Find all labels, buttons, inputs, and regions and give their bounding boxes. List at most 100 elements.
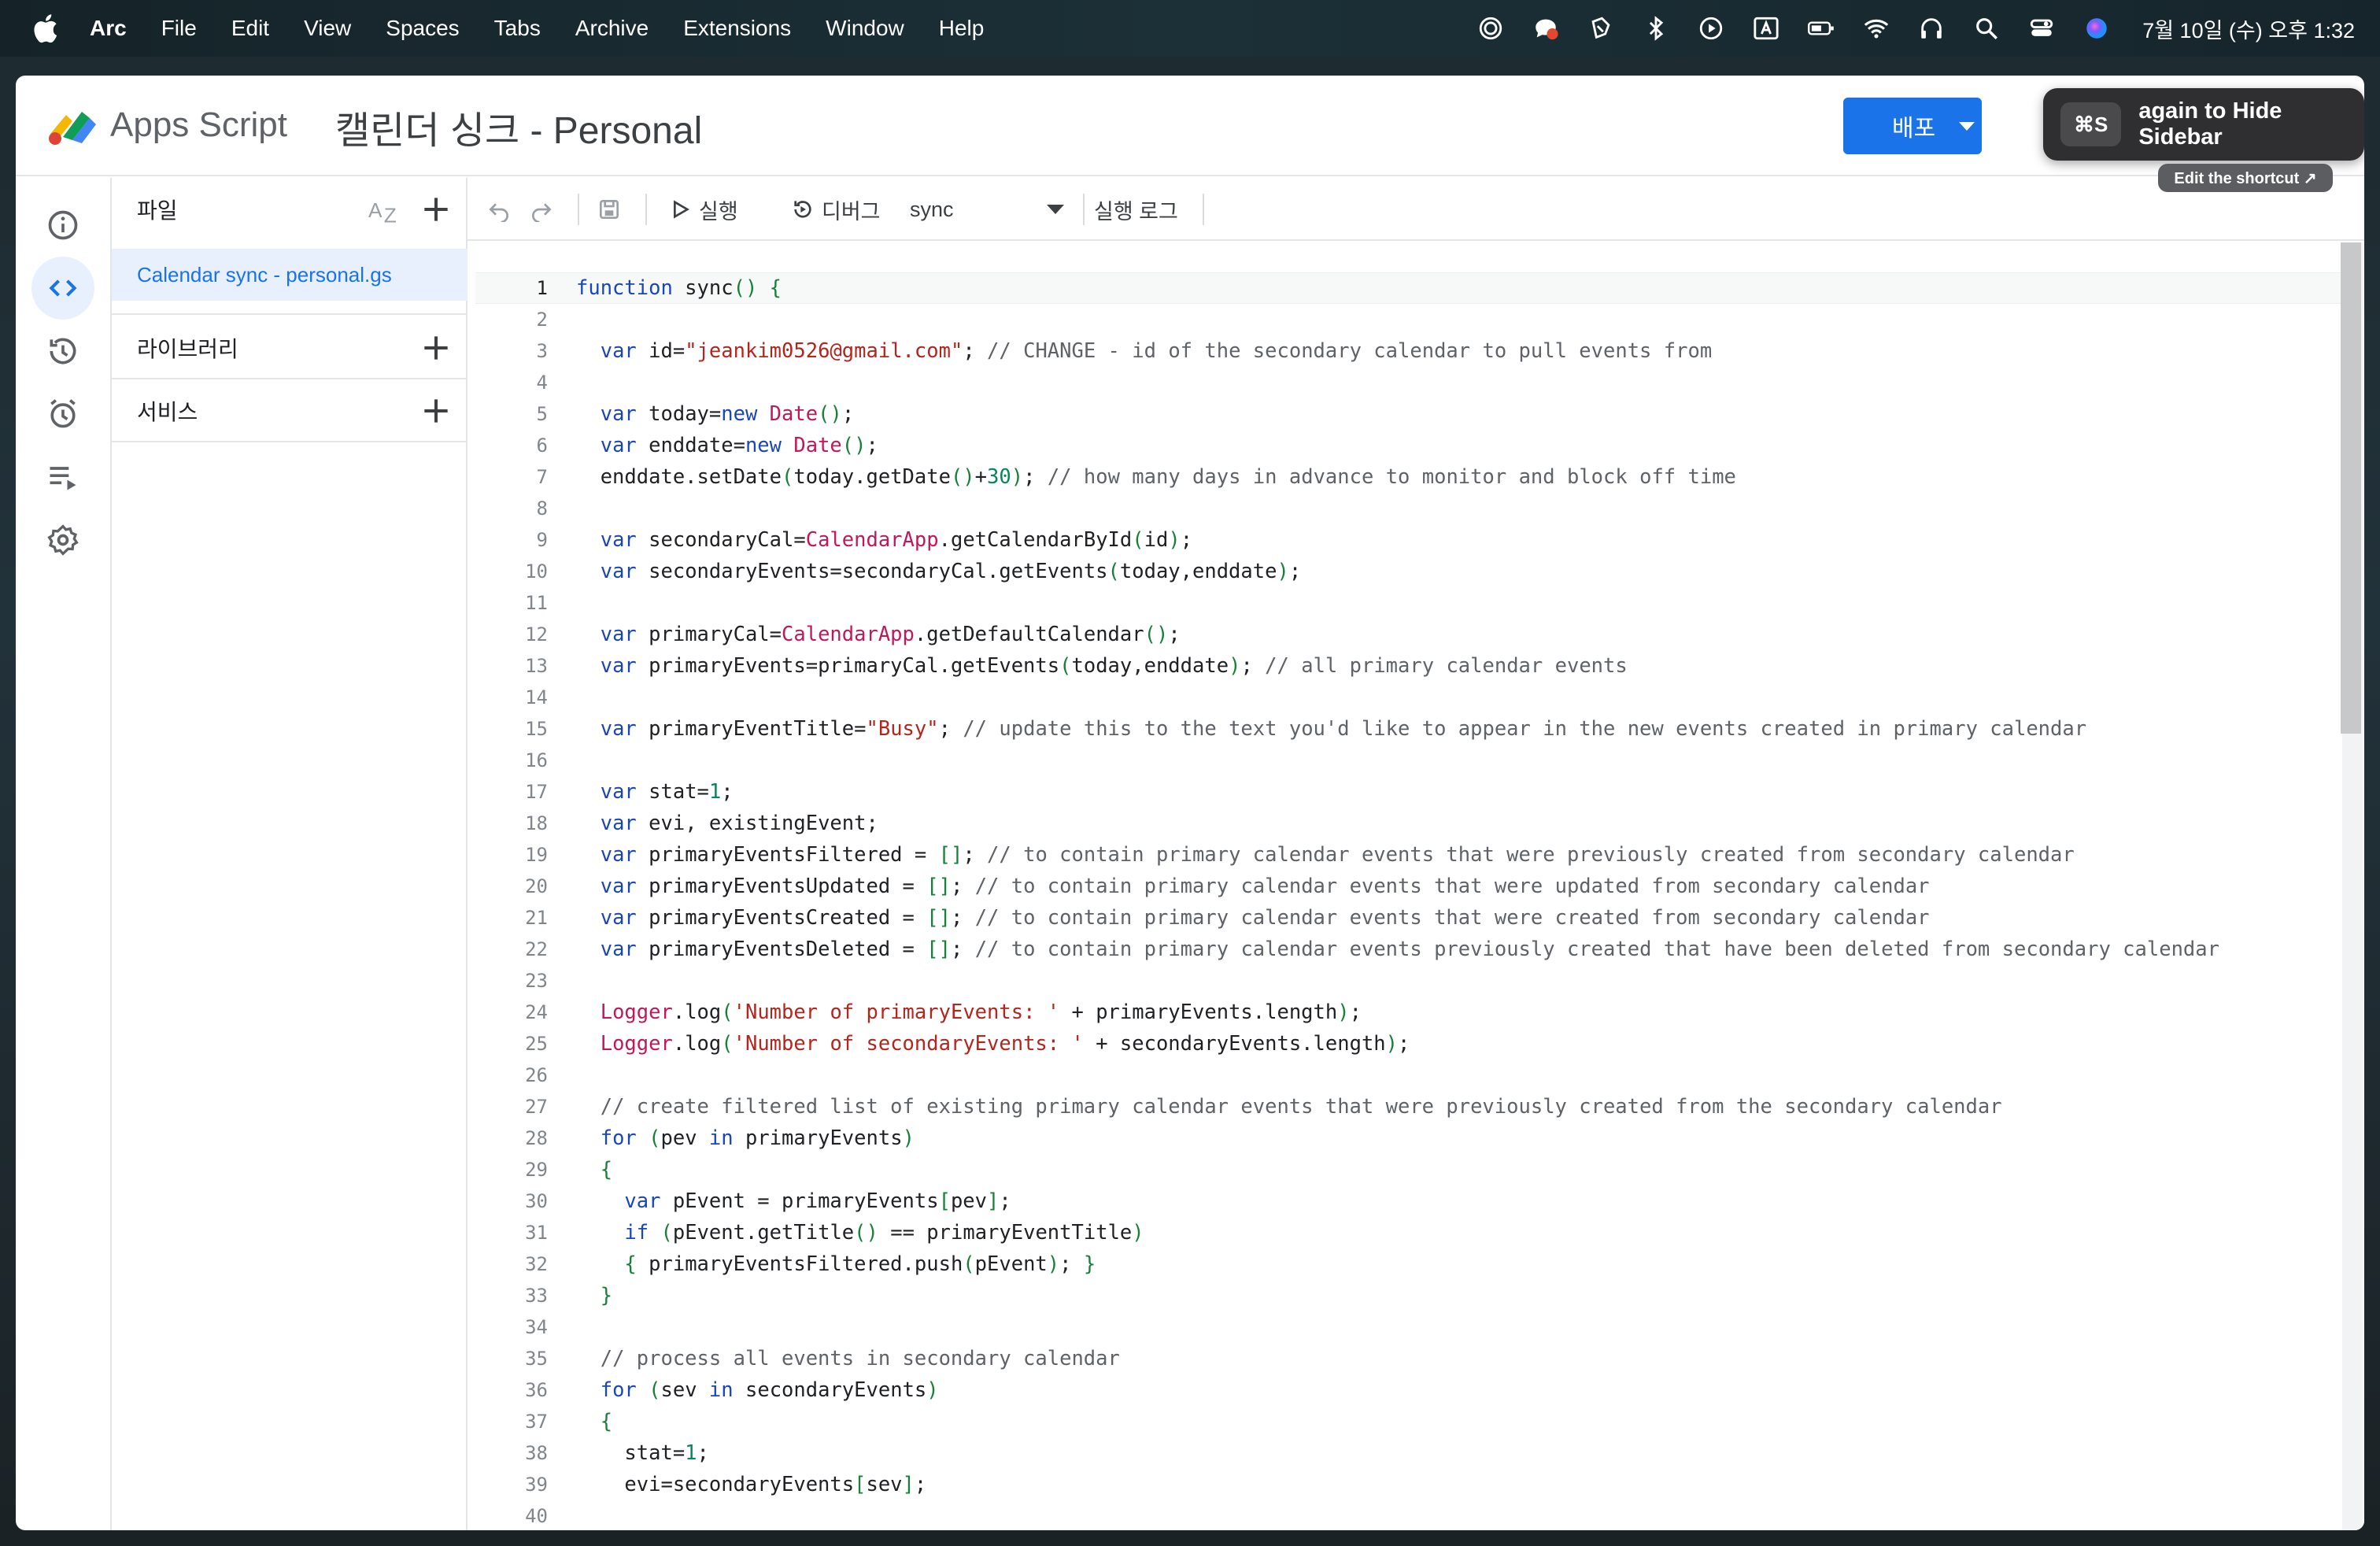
redo-icon[interactable] bbox=[529, 178, 554, 241]
code-line[interactable]: 18 var evi, existingEvent; bbox=[475, 808, 2349, 839]
code-line[interactable]: 24 Logger.log('Number of primaryEvents: … bbox=[475, 997, 2349, 1028]
code-line[interactable]: 3 var id="jeankim0526@gmail.com"; // CHA… bbox=[475, 335, 2349, 367]
code-line[interactable]: 40 bbox=[475, 1500, 2349, 1530]
code-line[interactable]: 28 for (pev in primaryEvents) bbox=[475, 1123, 2349, 1154]
debug-button[interactable]: 디버그 bbox=[790, 178, 881, 241]
code-token: ; bbox=[963, 339, 988, 363]
code-line[interactable]: 22 var primaryEventsDeleted = []; // to … bbox=[475, 934, 2349, 965]
input-source-icon[interactable] bbox=[1752, 14, 1780, 43]
line-number: 39 bbox=[525, 1474, 548, 1496]
code-line[interactable]: 33 } bbox=[475, 1280, 2349, 1311]
code-token: () bbox=[854, 1221, 878, 1245]
overview-info-icon[interactable] bbox=[31, 194, 94, 257]
project-settings-gear-icon[interactable] bbox=[31, 509, 94, 571]
menu-window[interactable]: Window bbox=[826, 16, 904, 41]
project-title[interactable]: 캘린더 싱크 - Personal bbox=[335, 99, 702, 154]
chat-notification-icon[interactable] bbox=[1532, 14, 1560, 43]
code-line[interactable]: 12 var primaryCal=CalendarApp.getDefault… bbox=[475, 619, 2349, 650]
shortcut-key-badge: ⌘S bbox=[2060, 102, 2122, 146]
execution-log-button[interactable]: 실행 로그 bbox=[1094, 178, 1178, 241]
code-line[interactable]: 4 bbox=[475, 367, 2349, 398]
headphones-icon[interactable] bbox=[1917, 14, 1946, 43]
project-history-icon[interactable] bbox=[31, 320, 94, 383]
add-library-plus-icon[interactable] bbox=[419, 331, 453, 365]
code-line[interactable]: 20 var primaryEventsUpdated = []; // to … bbox=[475, 871, 2349, 902]
code-line[interactable]: 13 var primaryEvents=primaryCal.getEvent… bbox=[475, 650, 2349, 682]
code-line[interactable]: 16 bbox=[475, 745, 2349, 776]
editor-scrollbar-track[interactable] bbox=[2341, 242, 2363, 1530]
code-line[interactable]: 39 evi=secondaryEvents[sev]; bbox=[475, 1469, 2349, 1500]
menu-app-name[interactable]: Arc bbox=[90, 16, 127, 41]
editor-code-icon[interactable] bbox=[31, 257, 94, 320]
code-line[interactable]: 31 if (pEvent.getTitle() == primaryEvent… bbox=[475, 1217, 2349, 1248]
code-line[interactable]: 25 Logger.log('Number of secondaryEvents… bbox=[475, 1028, 2349, 1060]
triggers-alarm-icon[interactable] bbox=[31, 383, 94, 446]
code-line[interactable]: 7 enddate.setDate(today.getDate()+30); /… bbox=[475, 461, 2349, 493]
apps-script-header: Apps Script 캘린더 싱크 - Personal 배포 bbox=[16, 76, 2364, 176]
run-button[interactable]: 실행 bbox=[667, 178, 738, 241]
battery-icon[interactable] bbox=[1807, 14, 1835, 43]
control-center-icon[interactable] bbox=[2027, 14, 2056, 43]
code-line[interactable]: 26 bbox=[475, 1060, 2349, 1091]
code-line[interactable]: 14 bbox=[475, 682, 2349, 713]
code-line[interactable]: 6 var enddate=new Date(); bbox=[475, 430, 2349, 461]
add-file-plus-icon[interactable] bbox=[419, 192, 453, 227]
code-line[interactable]: 10 var secondaryEvents=secondaryCal.getE… bbox=[475, 556, 2349, 587]
code-line[interactable]: 32 { primaryEventsFiltered.push(pEvent);… bbox=[475, 1248, 2349, 1280]
code-line[interactable]: 11 bbox=[475, 587, 2349, 619]
code-line[interactable]: 23 bbox=[475, 965, 2349, 997]
code-token: ] bbox=[902, 1473, 915, 1496]
code-line[interactable]: 5 var today=new Date(); bbox=[475, 398, 2349, 430]
code-line[interactable]: 9 var secondaryCal=CalendarApp.getCalend… bbox=[475, 524, 2349, 556]
code-line[interactable]: 34 bbox=[475, 1311, 2349, 1343]
code-token: 'Number of secondaryEvents: ' bbox=[733, 1032, 1084, 1056]
wifi-icon[interactable] bbox=[1862, 14, 1890, 43]
code-line[interactable]: 29 { bbox=[475, 1154, 2349, 1185]
menu-help[interactable]: Help bbox=[939, 16, 985, 41]
file-item-calendar-sync[interactable]: Calendar sync - personal.gs bbox=[112, 249, 468, 301]
code-editor[interactable]: 1 function sync() {2 3 var id="jeankim0526… bbox=[468, 242, 2364, 1530]
save-icon[interactable] bbox=[597, 178, 622, 241]
menu-tabs[interactable]: Tabs bbox=[494, 16, 541, 41]
sort-az-icon[interactable]: A Z bbox=[368, 192, 405, 227]
deploy-button[interactable]: 배포 bbox=[1843, 98, 1982, 154]
editor-scrollbar-thumb[interactable] bbox=[2341, 242, 2361, 734]
code-line[interactable]: 38 stat=1; bbox=[475, 1437, 2349, 1469]
siri-icon[interactable] bbox=[2082, 14, 2111, 43]
menu-file[interactable]: File bbox=[161, 16, 197, 41]
script-icon[interactable] bbox=[1587, 14, 1615, 43]
executions-icon[interactable] bbox=[31, 446, 94, 509]
code-line[interactable]: 30 var pEvent = primaryEvents[pev]; bbox=[475, 1185, 2349, 1217]
menu-view[interactable]: View bbox=[304, 16, 351, 41]
code-line[interactable]: 35 // process all events in secondary ca… bbox=[475, 1343, 2349, 1374]
menu-archive[interactable]: Archive bbox=[575, 16, 649, 41]
menu-edit[interactable]: Edit bbox=[231, 16, 269, 41]
bluetooth-icon[interactable] bbox=[1642, 14, 1670, 43]
code-text: var primaryEventTitle="Busy"; // update … bbox=[576, 717, 2086, 741]
spotlight-search-icon[interactable] bbox=[1972, 14, 2001, 43]
menu-spaces[interactable]: Spaces bbox=[386, 16, 459, 41]
focus-icon[interactable] bbox=[1476, 14, 1505, 43]
apps-script-brand[interactable]: Apps Script bbox=[110, 105, 287, 145]
apple-menu-icon[interactable] bbox=[31, 13, 58, 44]
code-line[interactable]: 27 // create filtered list of existing p… bbox=[475, 1091, 2349, 1123]
play-icon[interactable] bbox=[1697, 14, 1725, 43]
add-service-plus-icon[interactable] bbox=[419, 394, 453, 428]
code-line[interactable]: 8 bbox=[475, 493, 2349, 524]
menu-bar-clock[interactable]: 7월 10일 (수) 오후 1:32 bbox=[2142, 13, 2355, 44]
code-line[interactable]: 17 var stat=1; bbox=[475, 776, 2349, 808]
code-line[interactable]: 37 { bbox=[475, 1406, 2349, 1437]
code-line[interactable]: 2 bbox=[475, 304, 2349, 335]
deploy-dropdown-caret-icon[interactable] bbox=[1959, 121, 1975, 131]
code-line[interactable]: 21 var primaryEventsCreated = []; // to … bbox=[475, 902, 2349, 934]
code-line[interactable]: 1 function sync() { bbox=[475, 272, 2349, 304]
function-select[interactable]: sync bbox=[910, 178, 1064, 241]
code-line[interactable]: 36 for (sev in secondaryEvents) bbox=[475, 1374, 2349, 1406]
code-line[interactable]: 15 var primaryEventTitle="Busy"; // upda… bbox=[475, 713, 2349, 745]
menu-extensions[interactable]: Extensions bbox=[683, 16, 791, 41]
code-token: id= bbox=[636, 339, 686, 363]
code-line[interactable]: 19 var primaryEventsFiltered = []; // to… bbox=[475, 839, 2349, 871]
undo-icon[interactable] bbox=[486, 178, 512, 241]
apps-script-logo-icon[interactable] bbox=[47, 102, 98, 146]
